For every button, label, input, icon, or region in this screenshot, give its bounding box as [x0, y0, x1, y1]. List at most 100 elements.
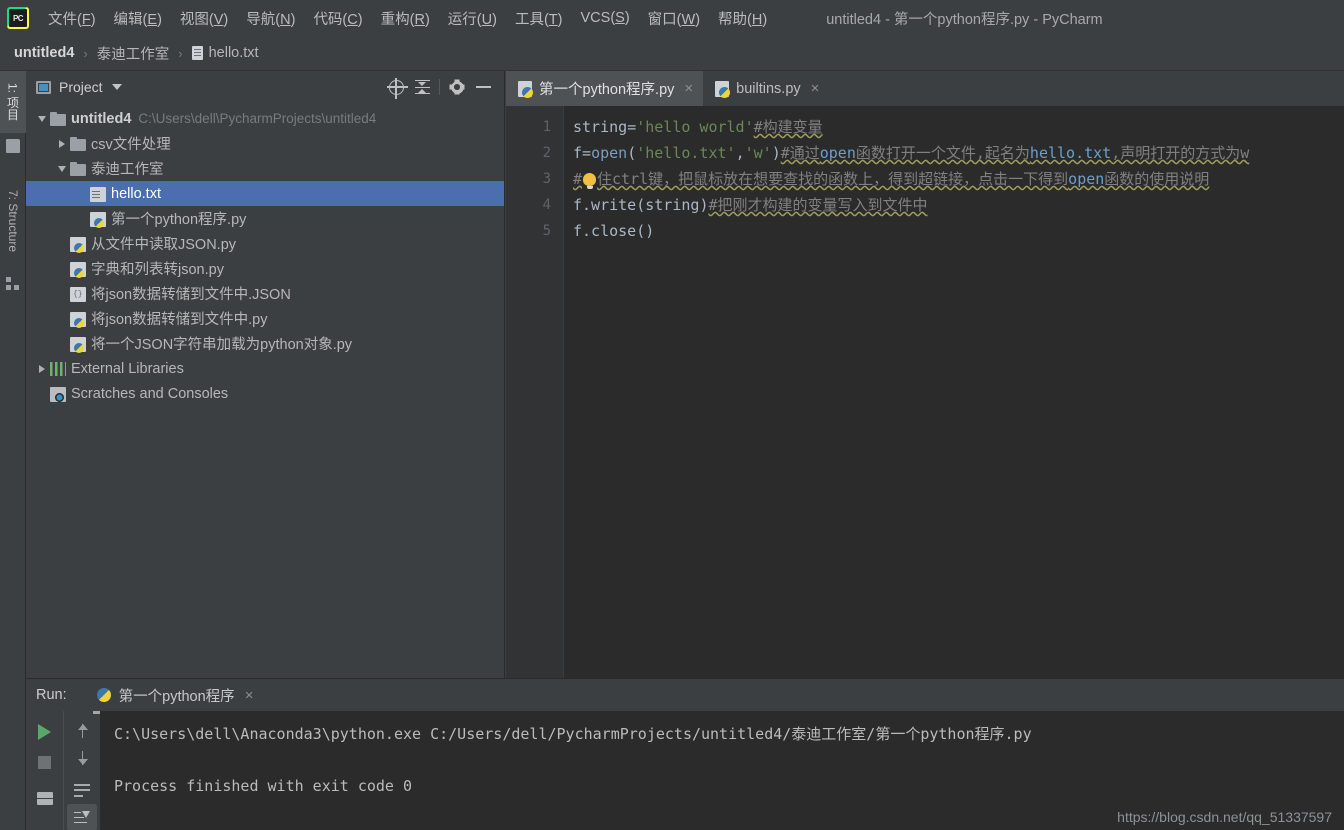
code-token: 'w' [744, 144, 772, 162]
code-line[interactable]: f.write(string)#把刚才构建的变量写入到文件中 [573, 192, 1344, 218]
line-number: 5 [542, 223, 551, 239]
soft-wrap-button[interactable] [67, 777, 97, 804]
editor-tab[interactable]: builtins.py × [703, 71, 829, 106]
previous-occurrence-button[interactable] [67, 717, 97, 744]
menu-item-4[interactable]: 代码(C) [304, 5, 371, 32]
code-token: string [645, 196, 700, 214]
run-console-output[interactable]: C:\Users\dell\Anaconda3\python.exe C:/Us… [100, 711, 1344, 830]
code-token: open [1068, 170, 1105, 188]
chevron-right-icon[interactable] [54, 136, 70, 152]
intention-bulb-icon[interactable] [583, 173, 597, 189]
menu-item-2[interactable]: 视图(V) [171, 5, 237, 32]
locate-icon [386, 77, 408, 99]
breadcrumb-item-folder[interactable]: 泰迪工作室 [97, 43, 170, 64]
code-token: 住ctrl键，把鼠标放在想要查找的函数上，得到超链接，点击一下得到 [597, 170, 1069, 188]
menu-item-9[interactable]: 窗口(W) [639, 5, 709, 32]
tree-item-label: 将json数据转储到文件中.JSON [91, 287, 291, 303]
code-line[interactable]: # 住ctrl键，把鼠标放在想要查找的函数上，得到超链接，点击一下得到open函数… [573, 166, 1344, 192]
code-token: f.close() [573, 222, 655, 240]
breadcrumb-label: untitled4 [14, 45, 75, 61]
code-token: f.write [573, 196, 637, 214]
arrow-down-icon [76, 750, 89, 766]
sidebar-item-project[interactable]: 1: 项目 [0, 71, 26, 133]
tree-item[interactable]: untitled4 C:\Users\dell\PycharmProjects\u… [26, 106, 504, 131]
hide-panel-button[interactable] [470, 74, 496, 100]
chevron-right-icon[interactable] [34, 361, 50, 377]
tree-item[interactable]: 从文件中读取JSON.py [26, 231, 504, 256]
menu-item-3[interactable]: 导航(N) [237, 5, 304, 32]
watermark: https://blog.csdn.net/qq_51337597 [1117, 809, 1332, 825]
code-line[interactable]: f.close() [573, 218, 1344, 244]
run-window-header: Run: 第一个python程序 × [26, 679, 1344, 714]
next-occurrence-button[interactable] [67, 744, 97, 771]
breadcrumb-separator: › [178, 45, 183, 61]
tree-item[interactable]: 将json数据转储到文件中.JSON [26, 281, 504, 306]
menu-item-5[interactable]: 重构(R) [372, 5, 439, 32]
sidebar-item-structure[interactable]: 7: Structure [0, 171, 26, 271]
menu-item-1[interactable]: 编辑(E) [105, 5, 171, 32]
project-tree: untitled4 C:\Users\dell\PycharmProjects\u… [26, 103, 504, 406]
tree-item[interactable]: 字典和列表转json.py [26, 256, 504, 281]
code-line[interactable]: f=open('hello.txt','w')#通过open函数打开一个文件,起… [573, 140, 1344, 166]
code-token: 函数打开一个文件,起名为 [855, 144, 1030, 162]
folder-icon[interactable] [6, 139, 20, 153]
close-icon[interactable]: × [684, 81, 693, 96]
chevron-down-icon[interactable] [34, 111, 50, 127]
tree-item-path: C:\Users\dell\PycharmProjects\untitled4 [138, 111, 377, 126]
chevron-down-icon[interactable] [111, 84, 122, 90]
menu-item-7[interactable]: 工具(T) [506, 5, 572, 32]
breadcrumb-item-file[interactable]: hello.txt [191, 45, 259, 61]
sidebar-item-label: 1: 项目 [5, 83, 20, 121]
tree-item[interactable]: 将json数据转储到文件中.py [26, 306, 504, 331]
menu-item-10[interactable]: 帮助(H) [709, 5, 776, 32]
rerun-button[interactable] [30, 717, 60, 747]
menu-item-6[interactable]: 运行(U) [439, 5, 506, 32]
tree-item[interactable]: 第一个python程序.py [26, 206, 504, 231]
settings-button[interactable] [444, 74, 470, 100]
close-icon[interactable]: × [245, 688, 254, 703]
close-icon[interactable]: × [811, 81, 820, 96]
code-content[interactable]: string='hello world'#构建变量 f=open('hello.t… [564, 106, 1344, 678]
code-line[interactable]: string='hello world'#构建变量 [573, 114, 1344, 140]
menu-item-8[interactable]: VCS(S) [572, 7, 639, 29]
code-token: ( [627, 144, 637, 162]
layout-icon [36, 791, 53, 805]
tree-item-label: 将json数据转储到文件中.py [91, 312, 268, 328]
chevron-down-icon[interactable] [54, 161, 70, 177]
tree-item[interactable]: Scratches and Consoles [26, 381, 504, 406]
project-panel-header: Project [26, 71, 504, 103]
code-token: string [573, 118, 628, 136]
locate-file-button[interactable] [383, 74, 409, 100]
tree-item-label: 将一个JSON字符串加载为python对象.py [91, 337, 353, 353]
code-editor[interactable]: 12345 string='hello world'#构建变量 f=open('h… [506, 106, 1344, 678]
tree-item-label: untitled4 [71, 110, 132, 127]
tree-item[interactable]: csv文件处理 [26, 131, 504, 156]
code-token: , [735, 144, 745, 162]
run-configuration-tab[interactable]: 第一个python程序 × [89, 681, 262, 714]
project-tool-window: Project untitled4 C:\Users\dell\PycharmPr… [26, 71, 505, 678]
tree-item[interactable]: 泰迪工作室 [26, 156, 504, 181]
tree-item[interactable]: External Libraries [26, 356, 504, 381]
pycharm-window: PC 文件(F) 编辑(E) 视图(V) 导航(N) 代码(C) 重构(R) 运行(U) 工具… [0, 0, 1344, 830]
tree-item[interactable]: 将一个JSON字符串加载为python对象.py [26, 331, 504, 356]
collapse-all-button[interactable] [409, 74, 435, 100]
structure-icon[interactable] [6, 277, 20, 291]
python-file-icon [70, 311, 86, 328]
run-label: Run: [36, 687, 67, 703]
sidebar-item-label: 7: Structure [6, 189, 20, 253]
layout-button[interactable] [30, 783, 60, 813]
breadcrumb-item-project[interactable]: untitled4 [14, 45, 74, 61]
code-token: hello.txt [1029, 144, 1112, 162]
menu-item-0[interactable]: 文件(F) [39, 5, 105, 32]
code-token: #通过 [780, 144, 820, 162]
tree-item[interactable]: hello.txt [26, 181, 504, 206]
scroll-to-end-button[interactable] [67, 804, 97, 830]
json-file-icon [70, 286, 86, 302]
editor-tab[interactable]: 第一个python程序.py × [506, 71, 704, 106]
stop-button[interactable] [30, 747, 60, 777]
line-number: 4 [542, 197, 551, 213]
